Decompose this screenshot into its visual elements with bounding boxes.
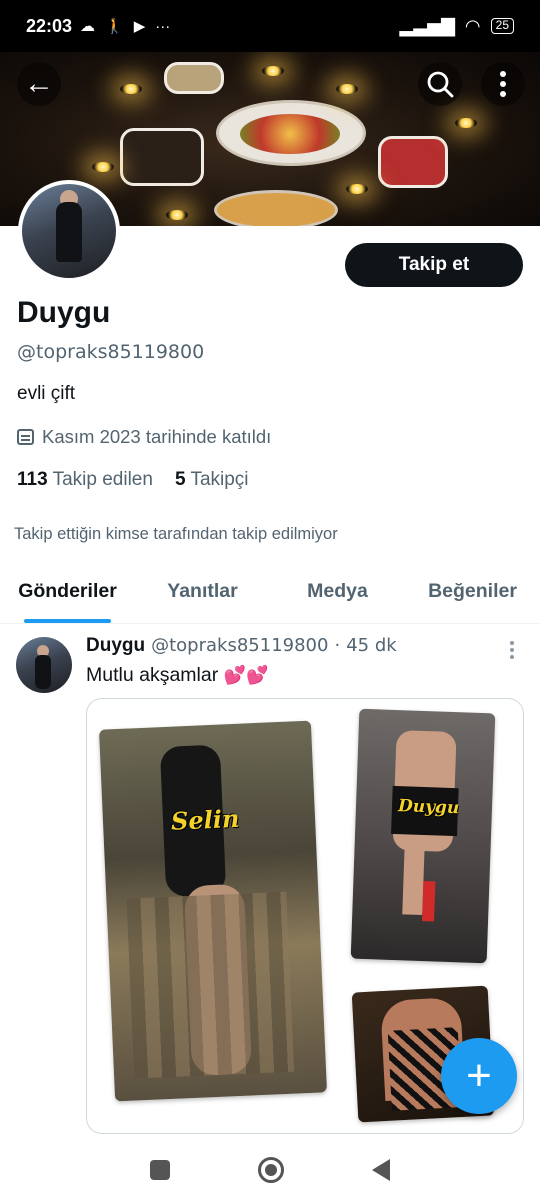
status-bar: 22:03 ☁ 🚶 ▶ ··· ▂▃▅▇ ◠ 25 <box>0 0 540 52</box>
post-photo[interactable]: Selin <box>98 720 328 1102</box>
more-vertical-icon[interactable] <box>481 62 525 106</box>
back-icon[interactable] <box>372 1159 390 1181</box>
following-link[interactable]: 113 Takip edilen <box>17 469 153 491</box>
tab-likes[interactable]: Beğeniler <box>405 560 540 623</box>
bowl-top <box>164 62 224 94</box>
candle <box>455 118 477 128</box>
fruit <box>240 114 340 154</box>
profile-name: Duygu <box>17 296 111 329</box>
joined-text: Kasım 2023 tarihinde katıldı <box>42 426 272 447</box>
recents-icon[interactable] <box>150 1160 170 1180</box>
followers-link[interactable]: 5 Takipçi <box>175 469 249 491</box>
walking-icon: 🚶 <box>105 18 124 35</box>
status-time: 22:03 <box>26 15 73 36</box>
bowl-right <box>378 136 448 188</box>
profile-avatar[interactable] <box>18 180 120 282</box>
cloud-icon: ☁ <box>80 18 96 35</box>
system-nav-bar <box>0 1140 540 1200</box>
post-avatar[interactable] <box>16 637 72 693</box>
post-photo[interactable]: Duygu <box>350 708 496 964</box>
post-author[interactable]: Duygu <box>86 635 145 657</box>
not-followed-notice: Takip ettiğin kimse tarafından takip edi… <box>14 525 338 543</box>
post-text: Mutlu akşamlar 💕💕 <box>86 664 269 686</box>
joined-date: Kasım 2023 tarihinde katıldı <box>17 426 271 448</box>
candle <box>336 84 358 94</box>
profile-bio: evli çift <box>17 383 76 404</box>
compose-button[interactable]: + <box>441 1038 517 1114</box>
tab-media[interactable]: Medya <box>270 560 405 623</box>
post-separator: · <box>334 635 341 656</box>
profile-tabs: Gönderiler Yanıtlar Medya Beğeniler <box>0 560 540 624</box>
back-arrow-icon[interactable]: ← <box>17 62 61 106</box>
wifi-icon: ◠ <box>464 15 481 36</box>
profile-handle: @topraks85119800 <box>17 341 205 363</box>
follow-button[interactable]: Takip et <box>345 243 523 287</box>
fries-plate <box>214 190 338 226</box>
calendar-icon <box>17 429 34 445</box>
candle <box>166 210 188 220</box>
post-emoji: 💕💕 <box>223 665 269 685</box>
candle <box>120 84 142 94</box>
follow-stats: 113 Takip edilen 5 Takipçi <box>17 469 249 491</box>
plus-icon: + <box>466 1051 492 1100</box>
search-icon[interactable] <box>418 62 462 106</box>
more-notifications-icon: ··· <box>155 17 171 35</box>
candle <box>262 66 284 76</box>
youtube-icon: ▶ <box>133 18 146 35</box>
post-time: 45 dk <box>346 635 397 656</box>
candle <box>346 184 368 194</box>
signal-icon: ▂▃▅▇ <box>399 15 455 36</box>
candle <box>92 162 114 172</box>
status-notification-icons: ☁ 🚶 ▶ ··· <box>80 17 171 36</box>
bowl-left <box>120 128 204 186</box>
post-more-icon[interactable] <box>502 639 522 661</box>
battery-icon: 25 <box>490 18 514 34</box>
home-icon[interactable] <box>258 1157 284 1183</box>
tab-posts[interactable]: Gönderiler <box>0 560 135 623</box>
tab-replies[interactable]: Yanıtlar <box>135 560 270 623</box>
post-header: Duygu @topraks85119800 · 45 dk <box>86 635 397 657</box>
post-handle: @topraks85119800 <box>151 635 329 656</box>
